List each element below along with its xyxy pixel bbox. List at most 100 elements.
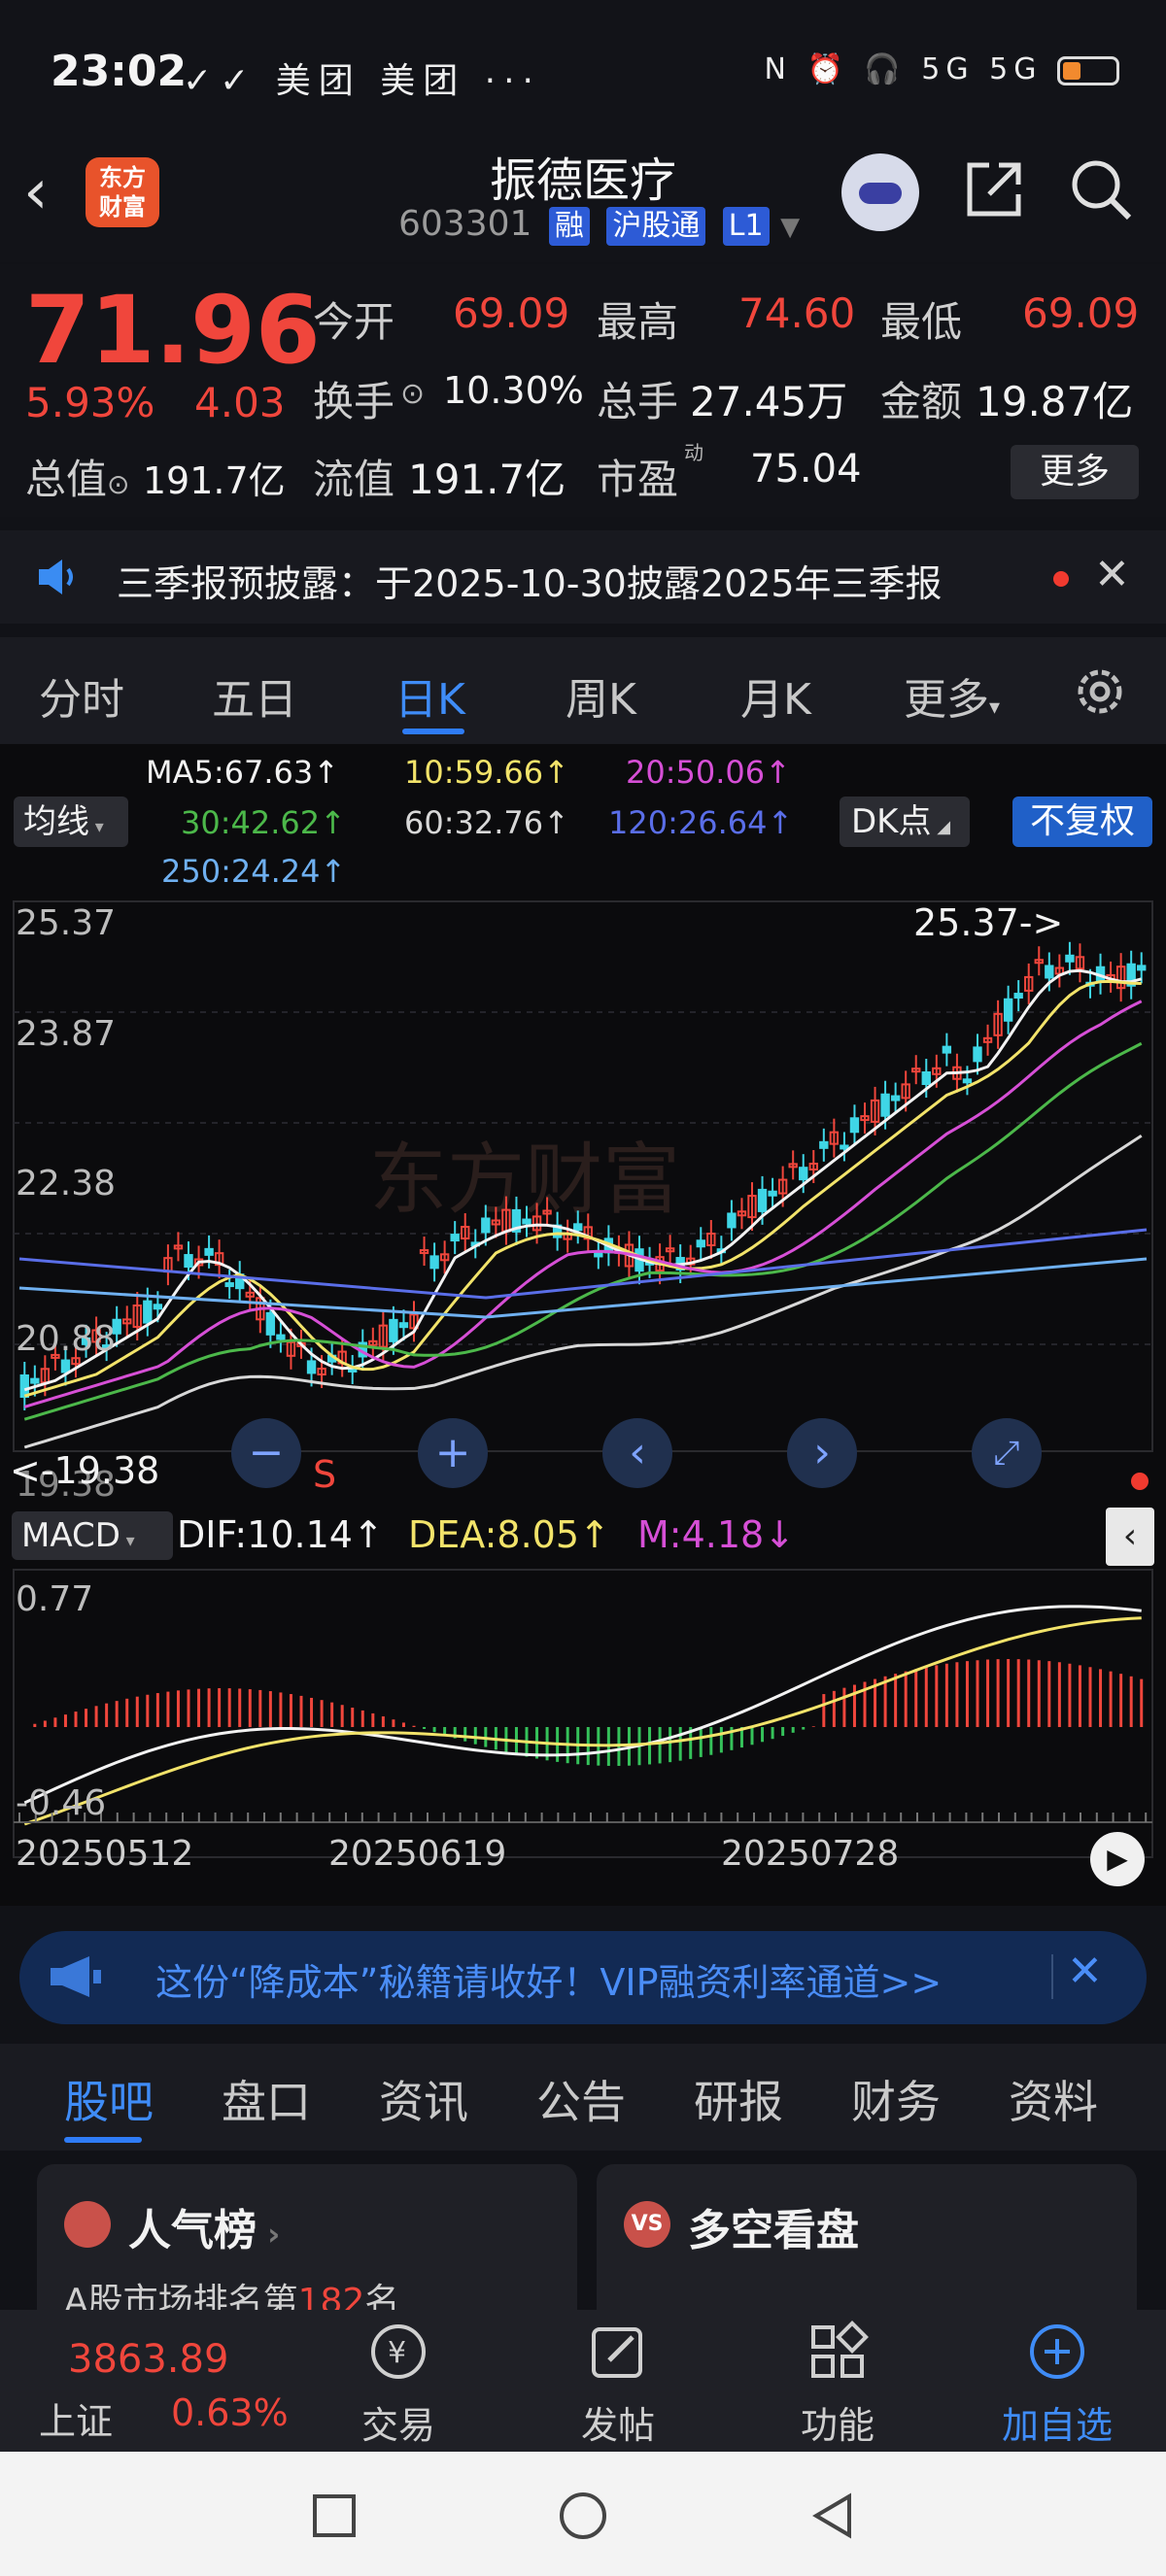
tab-more-label: 更多	[904, 675, 989, 725]
float-label: 流值	[313, 456, 395, 503]
candle-body	[450, 1234, 460, 1242]
recents-icon[interactable]	[311, 2492, 358, 2539]
scroll-right-button[interactable]: ›	[787, 1418, 857, 1488]
play-icon[interactable]: ▶	[1090, 1832, 1145, 1886]
share-icon[interactable]	[960, 155, 1028, 223]
date-label-1: 20250619	[328, 1834, 507, 1874]
tab-finance[interactable]: 财务	[851, 2067, 941, 2131]
candle-body	[573, 1223, 583, 1232]
tab-forum[interactable]: 股吧	[64, 2067, 154, 2131]
total-label: 总值	[25, 456, 108, 503]
index-change[interactable]: 0.63%	[171, 2391, 289, 2434]
functions-button[interactable]: 功能	[770, 2318, 906, 2449]
more-button[interactable]: 更多	[1011, 445, 1139, 499]
back-nav-icon[interactable]	[808, 2491, 855, 2541]
tab-daily-k[interactable]: 日K	[394, 664, 465, 727]
candle-body	[757, 1188, 768, 1212]
tab-intraday[interactable]: 分时	[39, 664, 124, 727]
promo-text[interactable]: 这份“降成本”秘籍请收好！VIP融资利率通道>>	[155, 1952, 942, 2006]
edit-icon	[592, 2327, 642, 2378]
candle-body	[265, 1311, 276, 1336]
status-time: 23:02	[51, 47, 188, 96]
index-name[interactable]: 上证	[39, 2391, 113, 2445]
yen-cycle-icon: ¥	[371, 2324, 426, 2379]
zoom-out-button[interactable]: −	[231, 1418, 301, 1488]
candle-body	[1065, 954, 1075, 963]
tab-five-day[interactable]: 五日	[212, 664, 297, 727]
notification-icons: ✓✓ 美团 美团 ···	[183, 61, 541, 101]
candle-body	[204, 1247, 214, 1256]
scroll-left-button[interactable]: ‹	[602, 1418, 672, 1488]
stock-code-row[interactable]: 603301 融 沪股通 L1 ▼	[398, 204, 800, 246]
info-icon[interactable]: ⊙	[400, 377, 425, 411]
change-amount: 4.03	[194, 379, 286, 426]
tab-order-book[interactable]: 盘口	[222, 2067, 311, 2131]
candle-body	[973, 1046, 982, 1063]
plus-circle-icon	[1030, 2324, 1084, 2379]
candle-body	[60, 1359, 71, 1373]
post-button[interactable]: 发帖	[550, 2318, 686, 2449]
ma-line	[23, 1041, 1143, 1421]
candle-body	[1013, 993, 1023, 1000]
tab-monthly-k[interactable]: 月K	[740, 664, 811, 727]
chevron-right-icon: ›	[257, 2216, 281, 2253]
candle-body	[389, 1318, 398, 1342]
y-label-1: 23.87	[16, 1014, 117, 1054]
home-icon[interactable]	[558, 2491, 608, 2541]
indicator-selector[interactable]: MACD ▾	[12, 1511, 173, 1560]
candle-body	[398, 1322, 409, 1329]
info-icon[interactable]: ⊙	[107, 468, 129, 500]
search-icon[interactable]	[1067, 155, 1135, 223]
volume-value: 27.45万	[690, 378, 848, 425]
macd-dea: DEA:8.05↑	[408, 1513, 610, 1556]
active-tab-indicator	[64, 2137, 142, 2143]
candle-body	[962, 1078, 973, 1084]
gear-icon[interactable]	[1073, 664, 1127, 719]
unread-dot	[1053, 571, 1069, 587]
low-label: 最低	[880, 298, 963, 346]
trade-button[interactable]: ¥ 交易	[330, 2318, 466, 2449]
chevron-down-icon: ▾	[989, 695, 1001, 720]
turnover-value: 10.30%	[443, 369, 584, 412]
tab-weekly-k[interactable]: 周K	[566, 664, 636, 727]
megaphone-icon	[51, 1956, 101, 1997]
low-value: 69.09	[1022, 289, 1140, 337]
add-watchlist-label: 加自选	[1001, 2404, 1113, 2447]
candle-body	[880, 1093, 890, 1117]
speaker-icon	[39, 559, 73, 594]
zoom-in-button[interactable]: +	[418, 1418, 488, 1488]
robot-assistant-icon[interactable]	[841, 153, 919, 231]
add-watchlist-button[interactable]: 加自选	[989, 2318, 1125, 2449]
chevron-down-icon: ▾	[120, 1531, 135, 1551]
last-price: 71.96	[25, 276, 321, 385]
candle-body	[942, 1045, 952, 1054]
candle-body	[184, 1254, 193, 1269]
candle-body	[306, 1360, 317, 1374]
popularity-title: 人气榜 ›	[128, 2195, 280, 2257]
tab-profile[interactable]: 资料	[1009, 2067, 1098, 2131]
tab-more[interactable]: 更多▾	[904, 664, 1000, 727]
pe-label: 市盈	[597, 456, 679, 503]
candle-body	[481, 1217, 491, 1234]
sell-marker: S	[313, 1453, 337, 1496]
macd-bars	[33, 1659, 1144, 1766]
tab-news[interactable]: 资讯	[379, 2067, 468, 2131]
turnover-label: 换手	[313, 378, 395, 425]
pe-value: 75.04	[750, 447, 862, 491]
close-icon[interactable]: ✕	[1094, 550, 1130, 599]
svg-text:¥: ¥	[388, 2336, 406, 2370]
tab-announcements[interactable]: 公告	[536, 2067, 626, 2131]
post-label: 发帖	[580, 2404, 655, 2447]
notice-text[interactable]: 三季报预披露：于2025-10-30披露2025年三季报	[117, 554, 943, 607]
stock-code: 603301	[398, 204, 532, 244]
fullscreen-button[interactable]: ⤢	[972, 1418, 1042, 1488]
y-label-2: 22.38	[16, 1164, 117, 1203]
tab-research[interactable]: 研报	[694, 2067, 783, 2131]
tag-margin: 融	[548, 207, 590, 246]
change-percent: 5.93%	[25, 379, 155, 426]
index-value[interactable]: 3863.89	[68, 2337, 228, 2382]
chevron-left-icon[interactable]: ‹	[1106, 1508, 1154, 1566]
close-icon[interactable]: ✕	[1067, 1947, 1103, 1996]
bull-bear-title: 多空看盘	[688, 2206, 859, 2255]
high-label: 最高	[597, 298, 679, 346]
